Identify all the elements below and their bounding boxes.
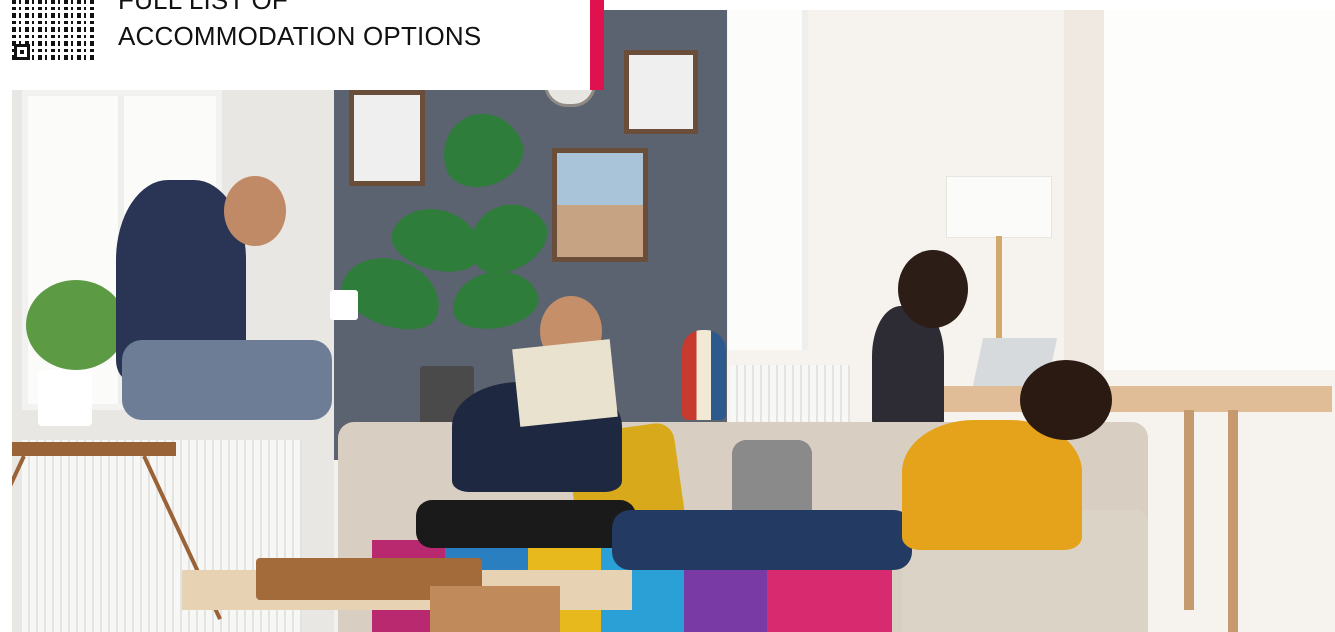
photo-person-legs: [612, 510, 912, 570]
photo-radiator: [730, 365, 850, 425]
photo-picture-frame: [552, 148, 648, 262]
heading-line-1: FULL LIST OF: [118, 0, 289, 15]
photo-skateboard: [682, 330, 726, 420]
accommodation-options-heading: FULL LIST OF ACCOMMODATION OPTIONS: [118, 0, 588, 54]
photo-person-head: [224, 176, 286, 246]
photo-side-table: [12, 442, 176, 632]
photo-window-mid: [728, 10, 808, 350]
photo-picture-frame: [349, 90, 425, 186]
heading-line-2: ACCOMMODATION OPTIONS: [118, 21, 482, 51]
photo-book: [512, 339, 618, 427]
photo-table-leg: [1228, 410, 1238, 632]
photo-table-leg: [1184, 410, 1194, 610]
photo-person-head: [898, 250, 968, 328]
photo-window-right: [1092, 10, 1335, 370]
qr-finder-pattern: [14, 44, 30, 60]
photo-picture-frame: [624, 50, 698, 134]
hero-photo: [12, 10, 1335, 632]
photo-plant-pot: [38, 370, 92, 426]
photo-floor-lamp: [946, 176, 1052, 238]
photo-mug: [330, 290, 358, 320]
accent-bar: [590, 0, 604, 90]
photo-person-head: [1020, 360, 1112, 440]
photo-person-woman-sofa: [902, 420, 1082, 550]
photo-person-legs: [416, 500, 636, 548]
photo-plant-small: [26, 280, 126, 370]
photo-book: [430, 586, 560, 632]
photo-person-legs: [122, 340, 332, 420]
header-card: FULL LIST OF ACCOMMODATION OPTIONS: [0, 0, 600, 90]
